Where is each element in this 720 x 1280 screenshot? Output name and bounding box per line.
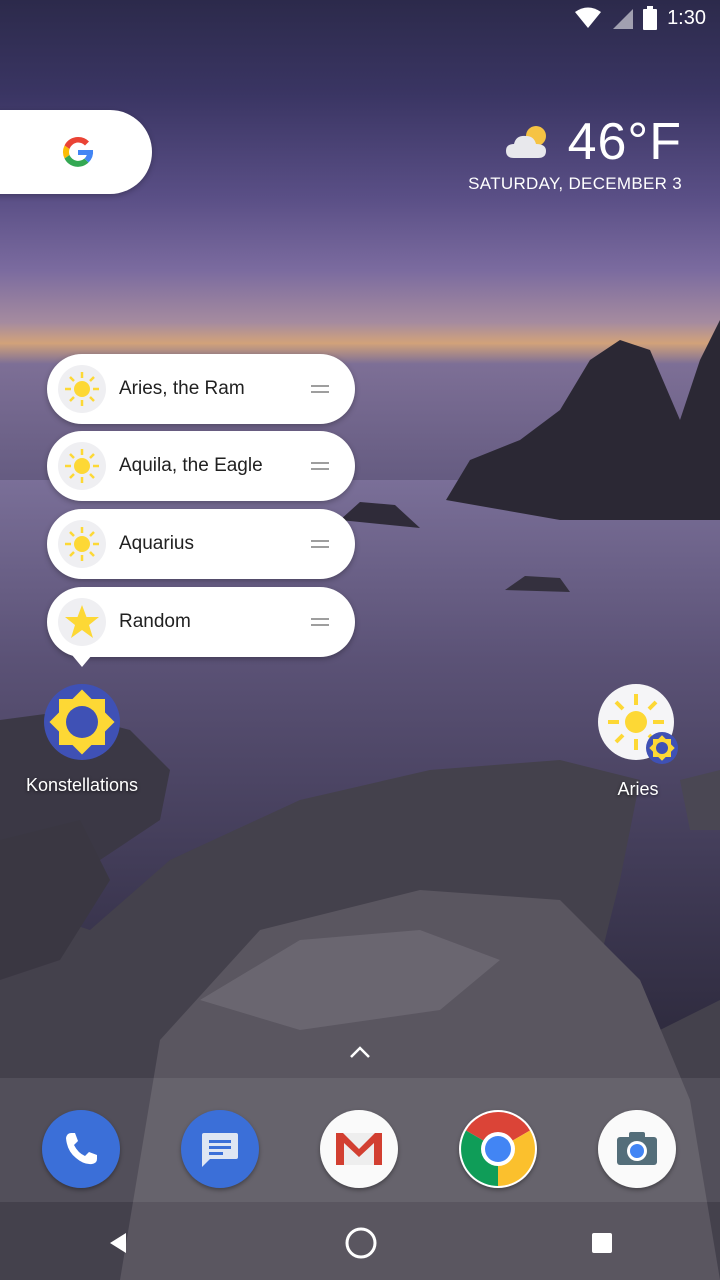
navigation-bar	[0, 1206, 720, 1280]
aries-icon	[598, 684, 678, 764]
app-label: Aries	[617, 779, 659, 799]
cell-signal-icon	[611, 7, 634, 29]
chevron-up-icon[interactable]	[348, 1044, 372, 1060]
recents-icon[interactable]	[590, 1231, 614, 1255]
shortcut-label: Random	[119, 611, 191, 632]
gmail-app-icon[interactable]	[320, 1110, 398, 1188]
chrome-app-icon[interactable]	[459, 1110, 537, 1188]
star-icon	[58, 598, 106, 646]
sun-icon	[58, 442, 106, 490]
sun-icon	[58, 520, 106, 568]
weather-temperature: 46°F	[567, 113, 682, 171]
shortcut-label: Aries, the Ram	[119, 378, 245, 399]
status-bar: 1:30	[0, 0, 720, 36]
shortcut-aquila[interactable]: Aquila, the Eagle	[47, 431, 355, 501]
sun-icon	[58, 365, 106, 413]
google-search-bar[interactable]	[0, 110, 152, 194]
camera-app-icon[interactable]	[598, 1110, 676, 1188]
messages-app-icon[interactable]	[181, 1110, 259, 1188]
phone-app-icon[interactable]	[42, 1110, 120, 1188]
partly-cloudy-icon	[505, 126, 546, 158]
konstellations-icon	[44, 684, 120, 760]
app-label: Konstellations	[25, 775, 139, 795]
back-icon[interactable]	[106, 1230, 132, 1256]
status-time: 1:30	[667, 6, 706, 29]
shortcut-label: Aquarius	[119, 533, 194, 554]
weather-date: SATURDAY, DECEMBER 3	[468, 174, 682, 193]
google-g-icon	[63, 136, 94, 167]
wifi-icon	[575, 7, 602, 29]
shortcut-random[interactable]: Random	[47, 587, 355, 657]
app-konstellations[interactable]: Konstellations	[12, 682, 152, 796]
shortcut-label: Aquila, the Eagle	[119, 455, 263, 476]
drag-handle-icon[interactable]	[311, 618, 329, 626]
shortcut-aquarius[interactable]: Aquarius	[47, 509, 355, 579]
app-aries-shortcut[interactable]: Aries	[578, 682, 698, 800]
battery-icon	[643, 6, 658, 30]
weather-widget[interactable]: 46°F SATURDAY, DECEMBER 3	[468, 112, 682, 194]
drag-handle-icon[interactable]	[311, 462, 329, 470]
drag-handle-icon[interactable]	[311, 540, 329, 548]
shortcut-aries[interactable]: Aries, the Ram	[47, 354, 355, 424]
popup-pointer	[72, 655, 92, 667]
home-icon[interactable]	[344, 1226, 378, 1260]
drag-handle-icon[interactable]	[311, 385, 329, 393]
